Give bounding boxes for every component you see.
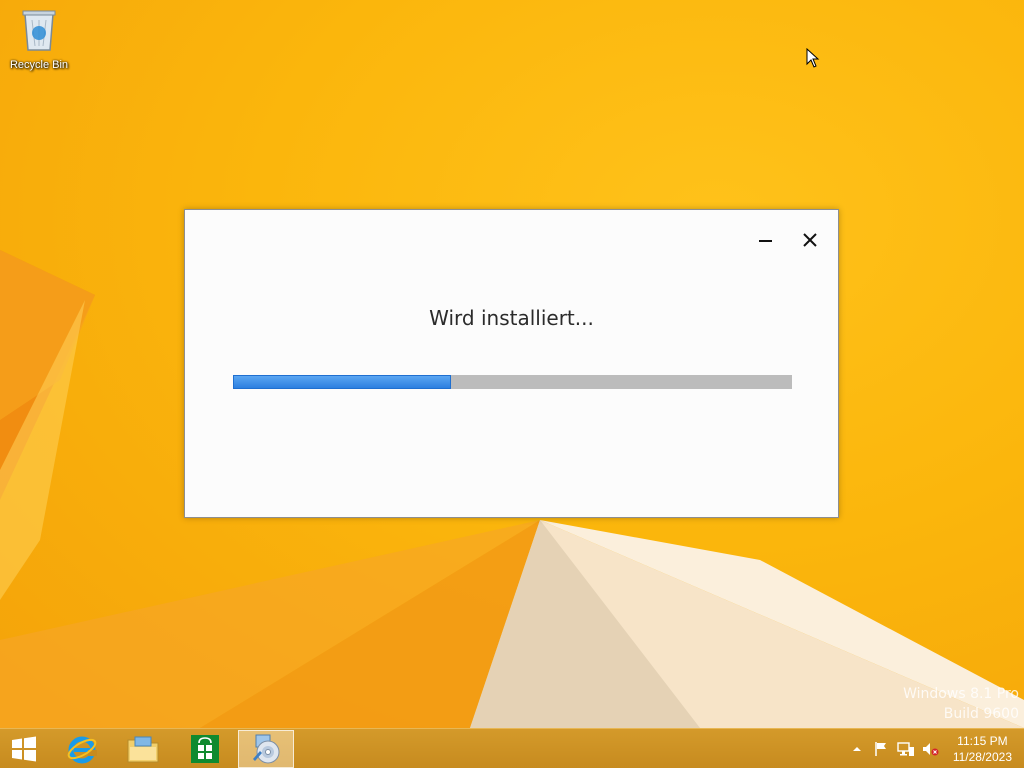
close-button[interactable] [796, 226, 824, 254]
watermark-edition: Windows 8.1 Pro [903, 686, 1019, 702]
install-progress-bar [233, 375, 792, 389]
tray-volume[interactable] [920, 729, 940, 769]
desktop-icon-recycle-bin[interactable]: Recycle Bin [4, 6, 74, 71]
network-icon [897, 742, 914, 756]
windows-logo-icon [12, 736, 36, 762]
folder-icon [127, 736, 159, 763]
chevron-up-icon [853, 747, 861, 751]
setup-disc-icon [253, 734, 280, 764]
taskbar-internet-explorer[interactable] [54, 730, 110, 768]
clock-date: 11/28/2023 [952, 750, 1012, 764]
close-icon [803, 233, 817, 247]
tray-action-center[interactable] [872, 729, 890, 769]
tray-show-hidden[interactable] [850, 729, 864, 769]
minimize-icon [759, 240, 772, 242]
internet-explorer-icon [67, 736, 97, 764]
minimize-button[interactable] [752, 226, 780, 254]
taskbar-clock[interactable]: 11:15 PM 11/28/2023 [953, 733, 1012, 765]
watermark-build: Build 9600 [943, 706, 1019, 722]
taskbar: 11:15 PM 11/28/2023 [0, 728, 1024, 768]
taskbar-file-explorer[interactable] [115, 730, 171, 768]
taskbar-store[interactable] [177, 730, 233, 768]
volume-muted-icon [923, 743, 939, 756]
install-status-text: Wird installiert... [429, 306, 594, 330]
flag-icon [875, 742, 886, 756]
tray-network[interactable] [896, 729, 916, 769]
installer-dialog: Wird installiert... [184, 209, 839, 518]
progress-fill [233, 375, 451, 389]
taskbar-setup[interactable] [238, 730, 294, 768]
start-button[interactable] [0, 730, 48, 768]
recycle-bin-icon [22, 10, 56, 51]
desktop-icon-label: Recycle Bin [9, 59, 69, 71]
mouse-cursor-icon [806, 48, 820, 68]
windows-watermark: Windows 8.1 Pro Build 9600 [903, 684, 1019, 724]
store-icon [191, 735, 219, 763]
clock-time: 11:15 PM [957, 734, 1008, 748]
